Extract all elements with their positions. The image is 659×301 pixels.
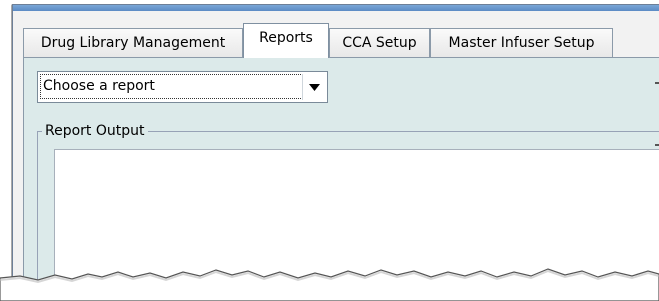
tab-strip: Drug Library Management Reports CCA Setu… — [23, 16, 659, 60]
report-output-legend: Report Output — [42, 122, 148, 140]
tab-label: CCA Setup — [342, 35, 417, 51]
tab-drug-library-management[interactable]: Drug Library Management — [23, 28, 243, 57]
tab-cca-setup[interactable]: CCA Setup — [329, 28, 430, 57]
dropdown-arrow-button[interactable] — [302, 74, 325, 100]
report-select-dropdown[interactable]: Choose a report — [37, 71, 328, 103]
window-title-bar — [13, 5, 659, 11]
tab-label: Reports — [259, 30, 313, 46]
tab-label: Master Infuser Setup — [448, 35, 595, 51]
screenshot: Drug Library Management Reports CCA Setu… — [0, 0, 659, 301]
chevron-down-icon — [308, 83, 320, 91]
torn-edge-effect — [0, 268, 659, 301]
tab-reports[interactable]: Reports — [243, 23, 329, 58]
tab-label: Drug Library Management — [40, 35, 226, 51]
tab-master-infuser-setup[interactable]: Master Infuser Setup — [430, 28, 613, 57]
report-select-value: Choose a report — [40, 74, 303, 99]
